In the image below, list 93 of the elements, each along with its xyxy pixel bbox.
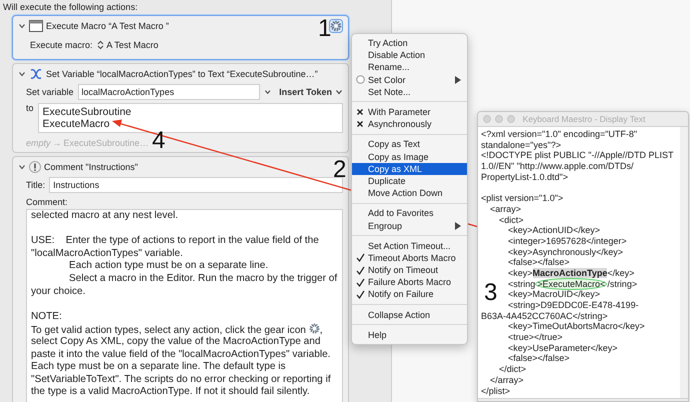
comment-field[interactable] xyxy=(26,209,343,402)
comment-line: select Copy As XML, copy the value of the MacroActionType and xyxy=(31,336,321,347)
xml-line: 1.0//EN" "http://www.apple.com/DTDs/ xyxy=(481,161,634,172)
preview-text: empty → ExecuteSubroutine… xyxy=(26,138,149,148)
menu-item[interactable]: Set Color xyxy=(352,74,467,86)
radio-circle-icon xyxy=(356,75,364,84)
field-label: Set variable xyxy=(26,87,74,97)
menu-item[interactable]: With Parameter xyxy=(352,106,467,118)
action-title: Set Variable “localMacroActionTypes” to Text “ExecuteSubroutine…” xyxy=(46,69,318,79)
menu-item[interactable]: Failure Aborts Macro xyxy=(352,276,467,288)
gear-icon[interactable] xyxy=(329,19,343,33)
menu-item[interactable]: Move Action Down xyxy=(352,187,467,200)
insert-token-button[interactable]: Insert Token xyxy=(279,87,343,97)
xml-line: <key>UseParameter</key> xyxy=(508,342,618,353)
menu-item[interactable]: Rename... xyxy=(352,61,467,74)
field-label: Comment: xyxy=(26,197,68,207)
xml-line: <true></true> xyxy=(508,332,563,342)
menu-item[interactable]: Copy as Text xyxy=(352,138,467,150)
comment-line: paste it into the value field of the "localMacroActionTypes" variable. xyxy=(31,348,330,360)
comment-line: selected macro at any nest level. xyxy=(31,210,178,221)
chevron-down-icon xyxy=(335,88,343,96)
title-field[interactable]: Instructions xyxy=(49,177,343,193)
action-title: Execute Macro “A Test Macro ” xyxy=(46,21,169,31)
menu-item[interactable]: Notify on Failure xyxy=(352,288,467,301)
xml-line: PropertyList-1.0.dtd"> xyxy=(481,172,568,182)
field-label: Execute macro: xyxy=(30,40,93,50)
variable-x-icon xyxy=(29,68,43,80)
menu-item[interactable]: Set Action Timeout... xyxy=(352,240,467,252)
comment-line: "localMacroActionTypes" variable. xyxy=(31,248,183,259)
xml-line: <string>D9EDDC0E-E478-4199- xyxy=(508,300,639,310)
xml-line: </dict> xyxy=(499,364,526,374)
xml-line: B63A-4A452CC760AC</string> xyxy=(481,310,608,321)
comment-line: USE: Enter the type of actions to report in the value field of the xyxy=(31,235,319,246)
menu-item[interactable]: Disable Action xyxy=(352,49,467,62)
annotation-number: 4 xyxy=(152,131,166,151)
menu-item[interactable]: Help xyxy=(352,328,467,341)
menu-item[interactable]: Duplicate xyxy=(352,174,467,188)
xml-line: </plist> xyxy=(481,386,510,396)
menu-item[interactable]: Notify on Timeout xyxy=(352,264,467,276)
xml-line: <key>ActionUID</key> xyxy=(508,225,600,236)
xml-line: standalone="yes"?> xyxy=(481,140,561,150)
section-heading: Will execute the following actions: xyxy=(2,1,139,14)
xml-line: <array> xyxy=(490,204,522,214)
menu-item[interactable]: Timeout Aborts Macro xyxy=(352,252,467,264)
annotation-number: 3 xyxy=(484,281,498,305)
menu-item[interactable]: Collapse Action xyxy=(352,308,467,321)
comment-line: Each action type must be on a separate line. xyxy=(69,260,268,272)
xml-line: <string >ExecuteMacro< /string> xyxy=(508,278,638,290)
comment-line: Select a macro in the Editor. Run the macro by the trigger of xyxy=(69,272,338,284)
comment-line: the type is a valid MacroActionType. If not it should fail silently. xyxy=(31,386,310,398)
window-icon xyxy=(29,20,43,32)
macro-popup[interactable]: A Test Macro xyxy=(96,40,158,50)
xml-line: <?xml version="1.0" encoding="UTF-8" xyxy=(481,129,638,139)
field-label: Title: xyxy=(26,180,46,190)
xml-line: <integer>16957628</integer> xyxy=(508,236,627,246)
menu-item[interactable]: Copy as Image xyxy=(352,150,467,163)
text-value-field[interactable]: ExecuteSubroutine ExecuteMacro xyxy=(38,103,343,133)
menu-item[interactable]: Copy as XML xyxy=(352,162,467,175)
disclosure-chevron-icon[interactable] xyxy=(18,22,26,30)
comment-line: To get valid action types, select any action, click the gear icon , xyxy=(31,325,323,336)
comment-line: "SetVariableToText". The scripts do no error checking or reporting if xyxy=(31,374,331,385)
menu-item[interactable]: Add to Favorites xyxy=(352,207,467,220)
field-label: to xyxy=(26,103,34,113)
comment-line: Each type must be on a separate line. The default type is xyxy=(31,361,286,372)
xml-line: <dict> xyxy=(499,214,524,224)
updown-chevron-icon xyxy=(96,40,104,50)
exclamation-icon xyxy=(29,161,41,173)
cross-icon xyxy=(356,120,364,128)
window-title: Keyboard Maestro - Display Text xyxy=(522,114,646,124)
menu-item[interactable]: Set Note... xyxy=(352,86,467,98)
action-card[interactable] xyxy=(12,156,349,402)
xml-line: <plist version="1.0"> xyxy=(481,193,564,204)
xml-line: <key>MacroUID</key> xyxy=(508,289,600,300)
xml-line: <key>MacroActionType</key> xyxy=(508,268,634,278)
menu-item[interactable]: Asynchronously xyxy=(352,118,467,130)
variable-name-field[interactable]: localMacroActionTypes xyxy=(78,84,260,100)
comment-line: NOTE: xyxy=(31,310,62,322)
comment-line: your choice. xyxy=(31,286,86,297)
gear-icon xyxy=(308,323,320,334)
xml-line: </array> xyxy=(490,374,524,385)
menu-item[interactable]: Try Action xyxy=(352,37,467,50)
dropdown-chevron-icon[interactable] xyxy=(264,88,272,96)
action-title: Comment "Instructions" xyxy=(44,162,138,172)
xml-line: <key>TimeOutAbortsMacro</key> xyxy=(508,321,645,332)
xml-line: <!DOCTYPE plist PUBLIC "-//Apple//DTD PLIST xyxy=(481,150,674,160)
disclosure-chevron-icon[interactable] xyxy=(18,70,26,78)
disclosure-chevron-icon[interactable] xyxy=(18,163,26,171)
menu-item[interactable]: Engroup xyxy=(352,219,467,232)
xml-line: <key>Asynchronously</key> xyxy=(508,246,624,257)
annotation-number: 1 xyxy=(318,17,332,41)
xml-line: <false></false> xyxy=(508,257,570,268)
xml-line: <false></false> xyxy=(508,353,570,364)
cross-icon xyxy=(356,108,364,116)
